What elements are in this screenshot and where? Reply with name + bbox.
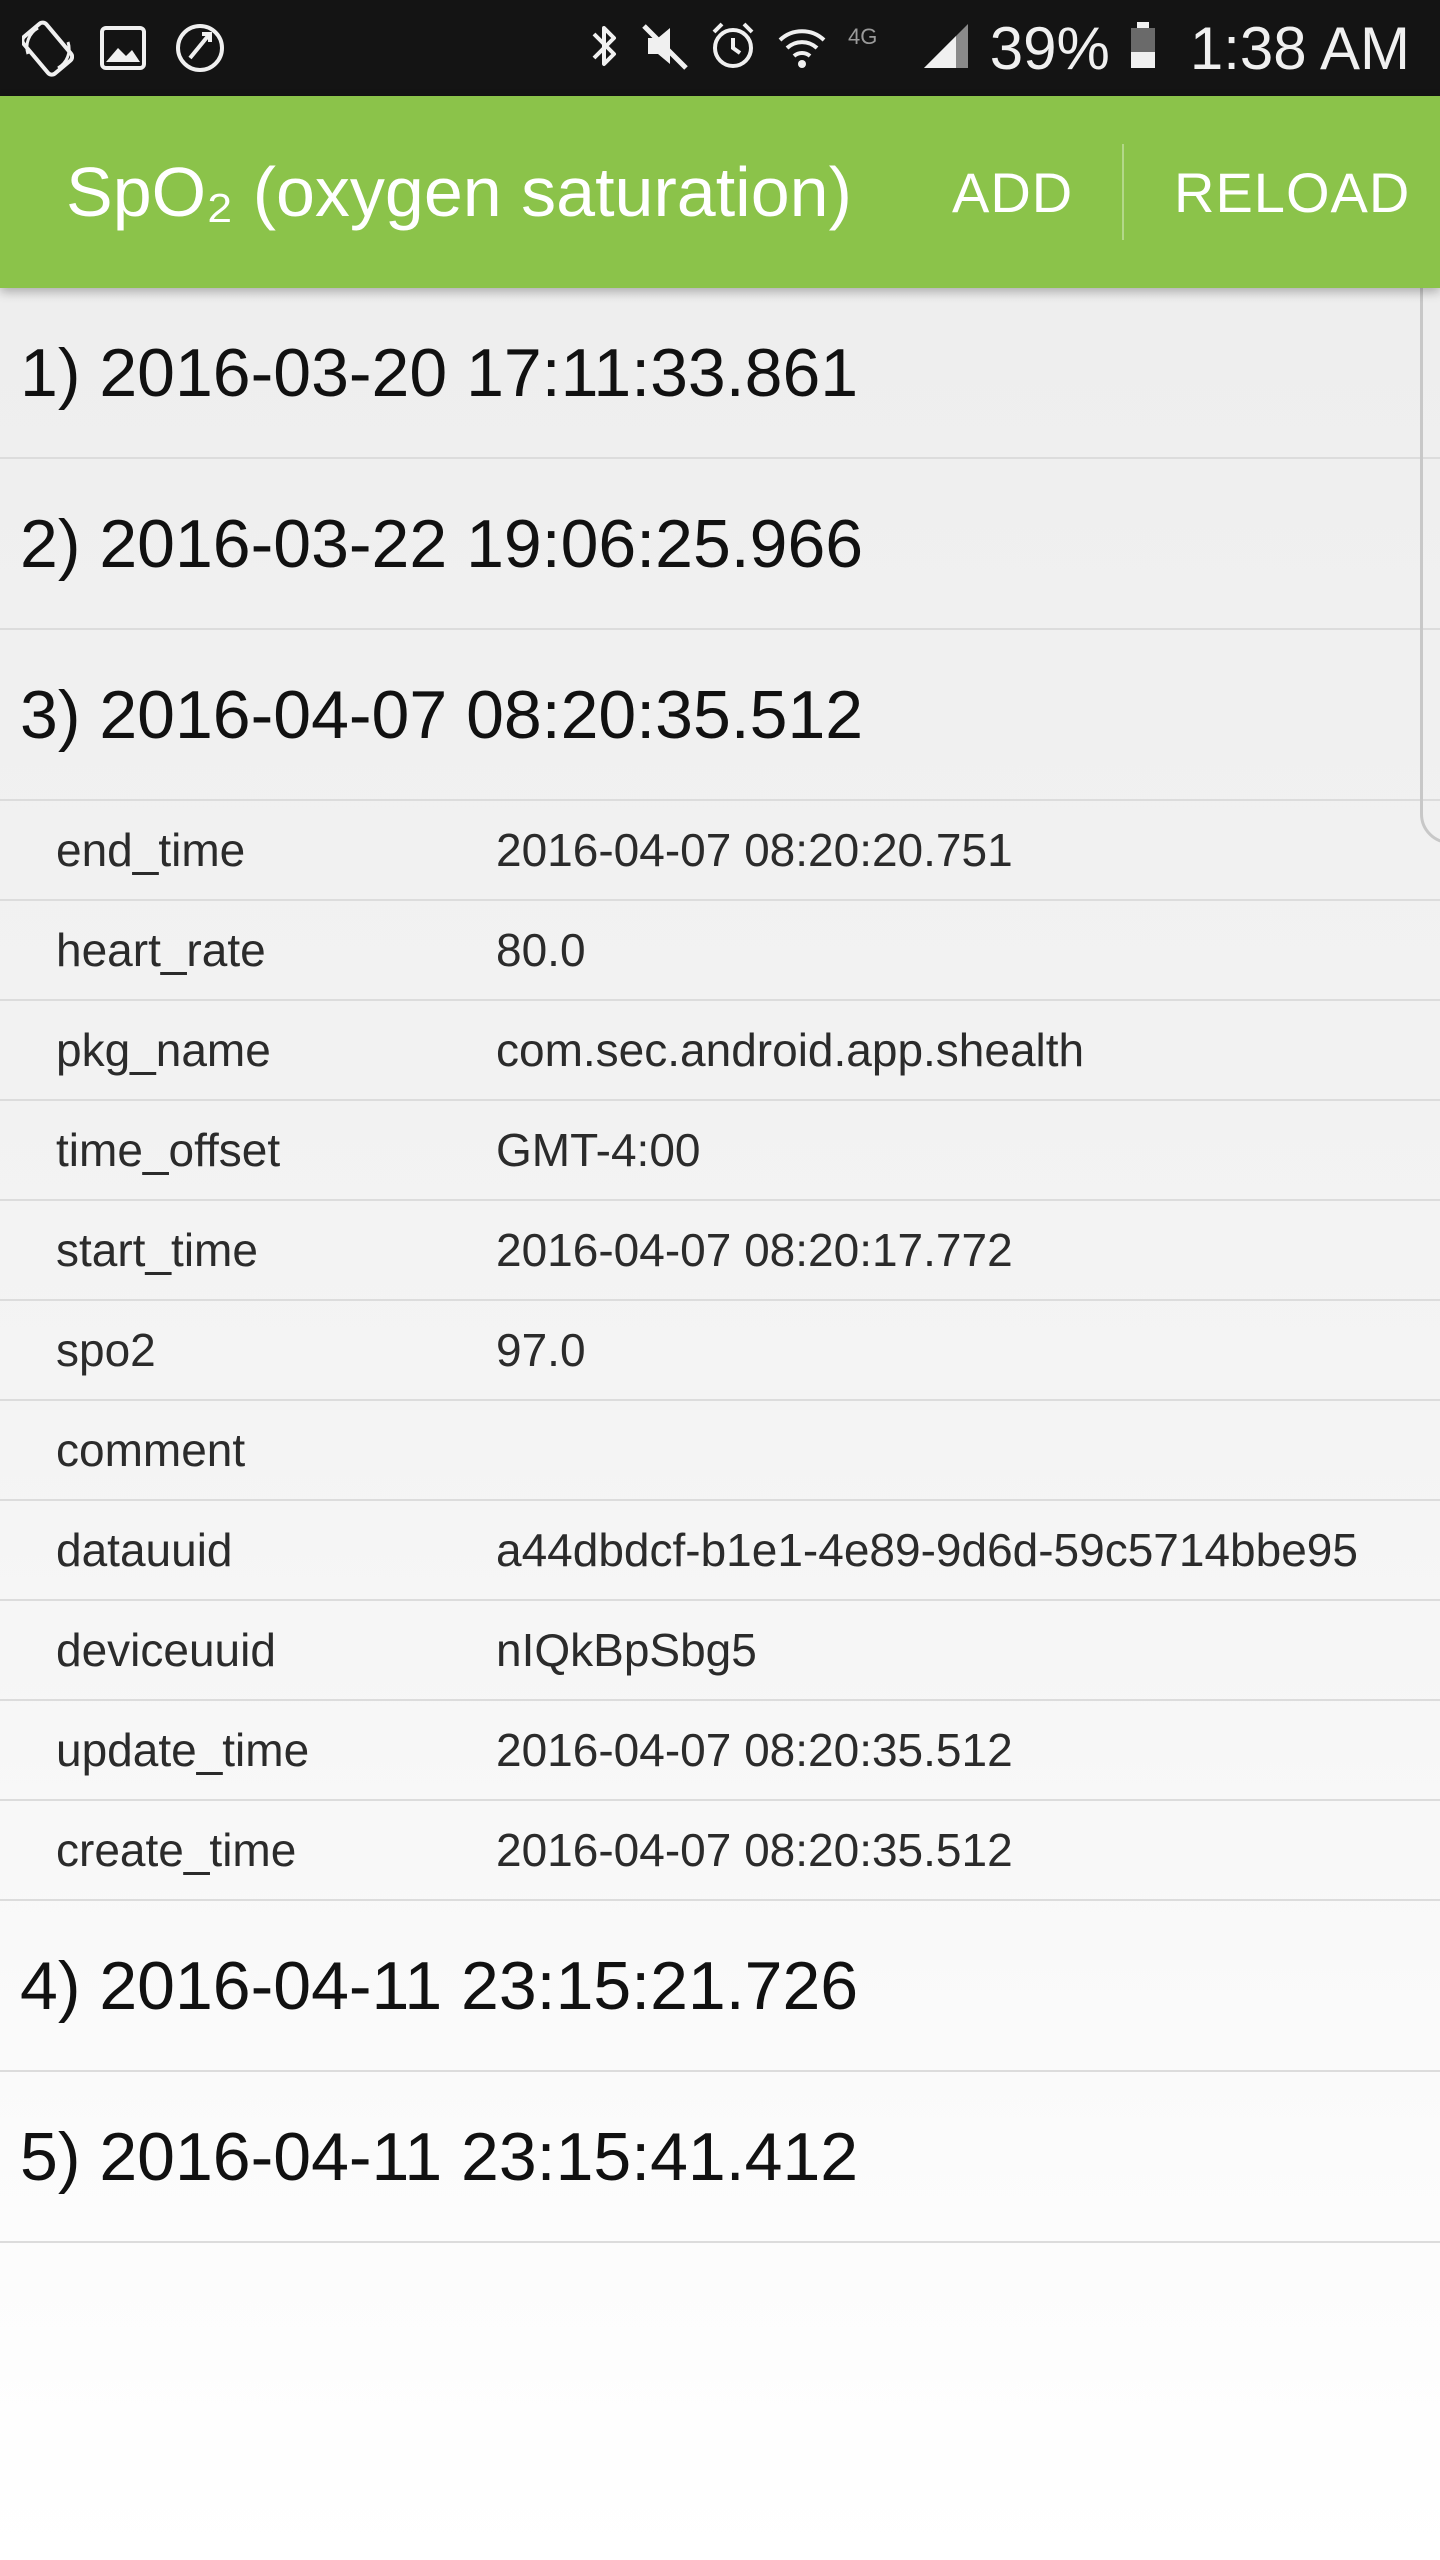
- record-row-expanded[interactable]: 3) 2016-04-07 08:20:35.512: [0, 630, 1440, 801]
- detail-row: comment: [0, 1401, 1440, 1501]
- detail-key: comment: [56, 1424, 246, 1476]
- detail-value: 80.0: [496, 924, 586, 976]
- record-label: 5) 2016-04-11 23:15:41.412: [20, 2118, 859, 2195]
- record-row[interactable]: 4) 2016-04-11 23:15:21.726: [0, 1901, 1440, 2072]
- signal-icon: [920, 18, 972, 79]
- detail-row: pkg_name com.sec.android.app.shealth: [0, 1001, 1440, 1101]
- detail-value: 2016-04-07 08:20:17.772: [496, 1224, 1013, 1276]
- image-icon: [98, 18, 148, 83]
- reload-button[interactable]: RELOAD: [1174, 96, 1410, 288]
- mute-icon: [640, 18, 690, 79]
- records-list[interactable]: 1) 2016-03-20 17:11:33.861 2) 2016-03-22…: [0, 288, 1440, 2560]
- detail-key: deviceuuid: [56, 1624, 276, 1676]
- network-4g-icon: 4G: [846, 18, 902, 79]
- bluetooth-icon: [588, 18, 622, 79]
- status-right-icons: 4G 39% 1:38 AM: [588, 0, 1410, 96]
- record-label: 4) 2016-04-11 23:15:21.726: [20, 1947, 859, 2024]
- record-row[interactable]: 1) 2016-03-20 17:11:33.861: [0, 288, 1440, 459]
- record-label: 2) 2016-03-22 19:06:25.966: [20, 505, 864, 582]
- detail-value: 97.0: [496, 1324, 586, 1376]
- page-title: SpO₂ (oxygen saturation): [66, 153, 852, 231]
- detail-key: heart_rate: [56, 924, 266, 976]
- detail-key: spo2: [56, 1324, 156, 1376]
- record-row[interactable]: 2) 2016-03-22 19:06:25.966: [0, 459, 1440, 630]
- detail-row: spo2 97.0: [0, 1301, 1440, 1401]
- detail-row: datauuid a44dbdcf-b1e1-4e89-9d6d-59c5714…: [0, 1501, 1440, 1601]
- detail-row: deviceuuid nIQkBpSbg5: [0, 1601, 1440, 1701]
- action-bar: SpO₂ (oxygen saturation) ADD RELOAD: [0, 96, 1440, 288]
- wifi-icon: [776, 18, 828, 79]
- detail-value: com.sec.android.app.shealth: [496, 1024, 1085, 1076]
- action-divider: [1122, 144, 1124, 240]
- detail-value: a44dbdcf-b1e1-4e89-9d6d-59c5714bbe95: [496, 1524, 1358, 1576]
- detail-key: pkg_name: [56, 1024, 271, 1076]
- detail-row: end_time 2016-04-07 08:20:20.751: [0, 801, 1440, 901]
- battery-percent: 39%: [989, 14, 1110, 82]
- detail-value: GMT-4:00: [496, 1124, 701, 1176]
- detail-value: 2016-04-07 08:20:35.512: [496, 1824, 1013, 1876]
- detail-key: update_time: [56, 1724, 310, 1776]
- detail-row: start_time 2016-04-07 08:20:17.772: [0, 1201, 1440, 1301]
- battery-icon: [1128, 18, 1158, 79]
- detail-key: start_time: [56, 1224, 258, 1276]
- add-button[interactable]: ADD: [952, 96, 1073, 288]
- detail-key: create_time: [56, 1824, 297, 1876]
- data-saver-icon: [172, 18, 228, 83]
- detail-row: time_offset GMT-4:00: [0, 1101, 1440, 1201]
- detail-value: nIQkBpSbg5: [496, 1624, 757, 1676]
- detail-row: create_time 2016-04-07 08:20:35.512: [0, 1801, 1440, 1901]
- detail-key: time_offset: [56, 1124, 281, 1176]
- rotate-lock-icon: [20, 18, 75, 83]
- status-bar: 4G 39% 1:38 AM: [0, 0, 1440, 96]
- detail-key: datauuid: [56, 1524, 233, 1576]
- clock: 1:38 AM: [1189, 14, 1410, 82]
- status-left-icons: [20, 18, 228, 83]
- alarm-icon: [708, 18, 758, 79]
- detail-value: 2016-04-07 08:20:35.512: [496, 1724, 1013, 1776]
- detail-row: heart_rate 80.0: [0, 901, 1440, 1001]
- detail-row: update_time 2016-04-07 08:20:35.512: [0, 1701, 1440, 1801]
- detail-value: 2016-04-07 08:20:20.751: [496, 824, 1013, 876]
- edge-panel-handle[interactable]: [1420, 258, 1440, 844]
- record-row[interactable]: 5) 2016-04-11 23:15:41.412: [0, 2072, 1440, 2243]
- record-label: 1) 2016-03-20 17:11:33.861: [20, 334, 859, 411]
- detail-key: end_time: [56, 824, 246, 876]
- record-label: 3) 2016-04-07 08:20:35.512: [20, 676, 864, 753]
- network-4g-label: 4G: [848, 24, 877, 49]
